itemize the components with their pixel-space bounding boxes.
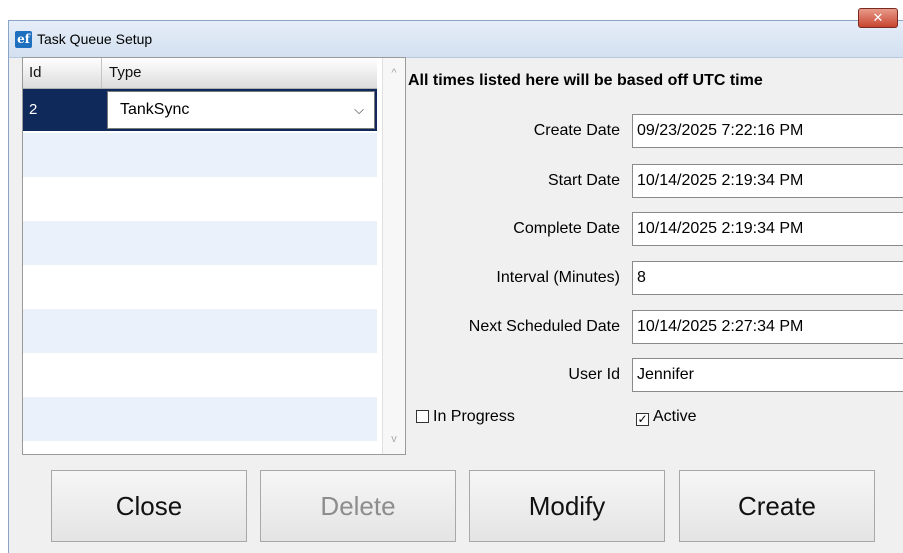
column-header-id[interactable]: Id [29, 58, 42, 88]
modify-button[interactable]: Modify [469, 470, 665, 542]
grid-rows: 2 TankSync ⌵ [23, 89, 377, 441]
start-date-field[interactable] [632, 164, 903, 198]
in-progress-label: In Progress [433, 408, 515, 425]
complete-date-field[interactable] [632, 212, 903, 246]
scroll-down-icon[interactable]: v [383, 428, 405, 450]
active-label: Active [653, 408, 697, 425]
grid-vertical-scrollbar[interactable]: ^ v [382, 58, 405, 454]
in-progress-checkbox-box[interactable] [416, 410, 429, 423]
utc-notice: All times listed here will be based off … [408, 72, 763, 89]
column-divider [101, 58, 102, 88]
scroll-up-icon[interactable]: ^ [383, 62, 405, 84]
grid-header: Id Type [23, 58, 377, 89]
close-button[interactable]: Close [51, 470, 247, 542]
type-dropdown-value: TankSync [120, 101, 190, 118]
create-date-field[interactable] [632, 114, 903, 148]
type-dropdown[interactable]: TankSync ⌵ [107, 91, 375, 129]
start-date-label: Start Date [547, 172, 620, 189]
user-id-field[interactable] [632, 358, 903, 392]
in-progress-checkbox[interactable]: In Progress [416, 408, 515, 426]
app-logo-icon: ef [15, 31, 32, 48]
table-row-empty[interactable] [23, 265, 377, 309]
chevron-down-icon[interactable]: ⌵ [354, 92, 364, 128]
user-id-label: User Id [568, 366, 620, 383]
title-bar: ef Task Queue Setup [9, 21, 903, 58]
table-row-empty[interactable] [23, 309, 377, 353]
table-row-empty[interactable] [23, 221, 377, 265]
delete-button: Delete [260, 470, 456, 542]
interval-minutes-field[interactable] [632, 261, 903, 295]
table-row-empty[interactable] [23, 133, 377, 177]
create-date-label: Create Date [533, 122, 620, 139]
next-scheduled-date-label: Next Scheduled Date [468, 318, 620, 335]
table-row-empty[interactable] [23, 177, 377, 221]
complete-date-label: Complete Date [513, 220, 620, 237]
create-button[interactable]: Create [679, 470, 875, 542]
column-header-type[interactable]: Type [109, 58, 142, 88]
check-icon[interactable]: ✓ [636, 413, 649, 426]
table-row-empty[interactable] [23, 353, 377, 397]
interval-minutes-label: Interval (Minutes) [496, 269, 620, 286]
window-close-button[interactable]: ✕ [858, 8, 898, 28]
row-id-cell: 2 [29, 101, 38, 118]
table-row-selected[interactable]: 2 TankSync ⌵ [23, 89, 377, 131]
table-row-empty[interactable] [23, 397, 377, 441]
window-title: Task Queue Setup [37, 31, 153, 47]
next-scheduled-date-field[interactable] [632, 310, 903, 344]
task-queue-grid[interactable]: Id Type 2 TankSync ⌵ ^ v [22, 57, 406, 455]
active-checkbox[interactable]: ✓ Active [636, 408, 697, 426]
